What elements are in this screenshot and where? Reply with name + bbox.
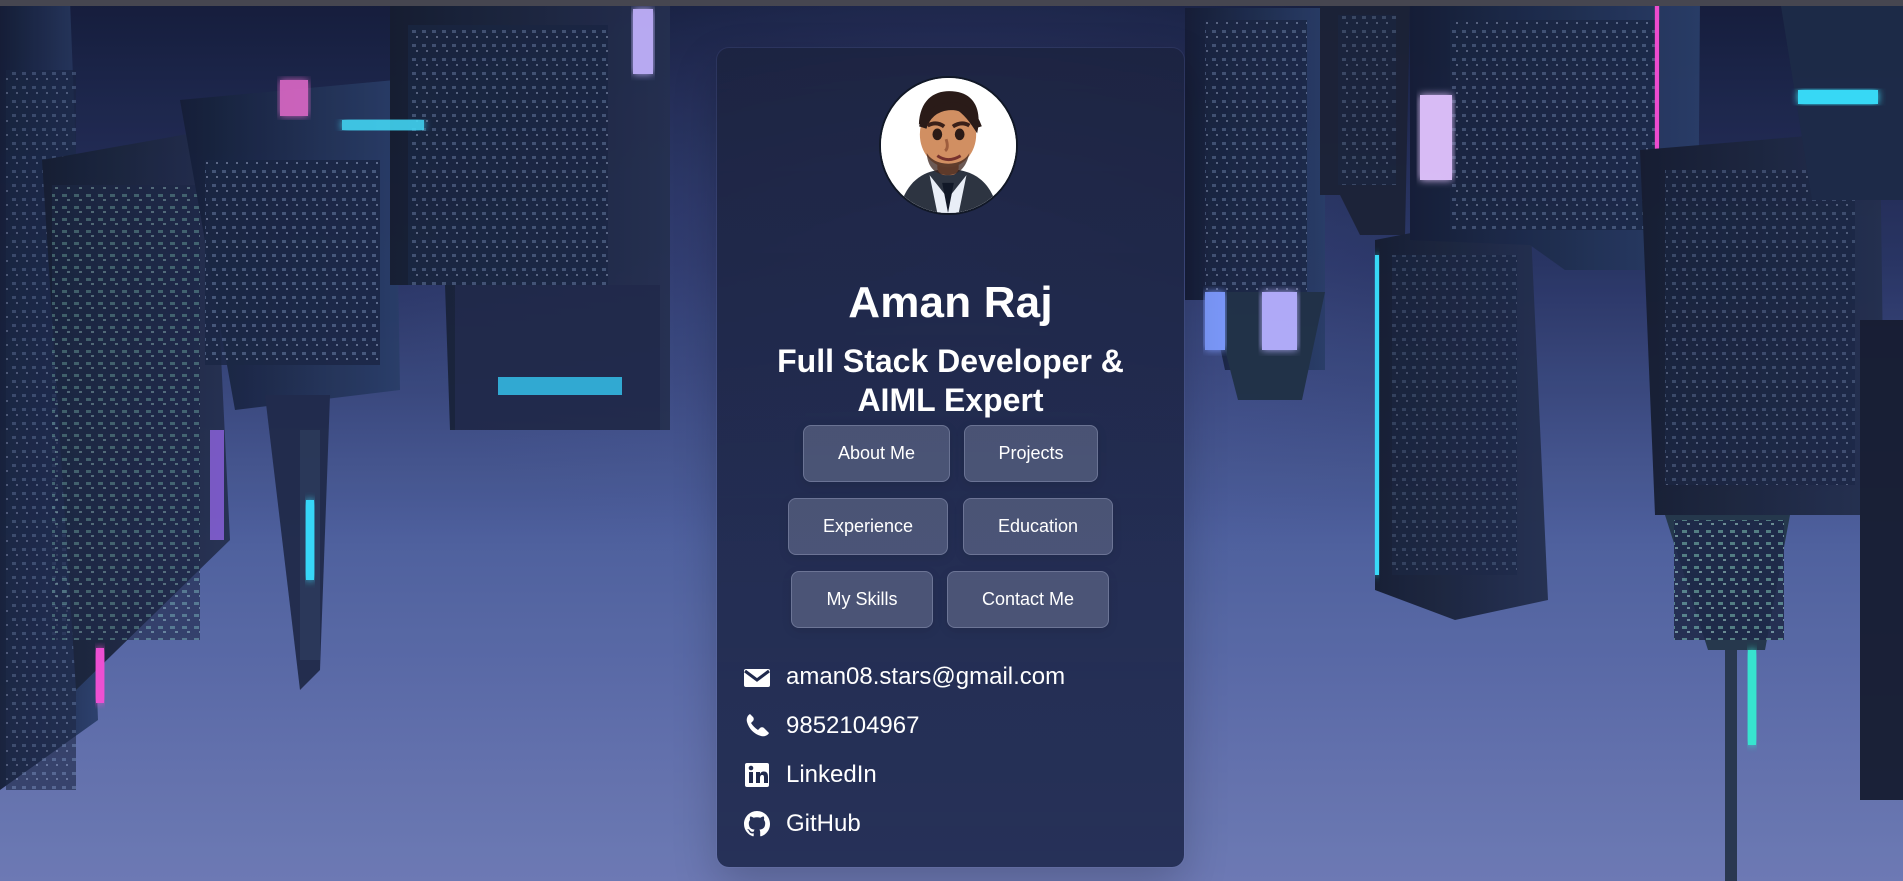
linkedin-text: LinkedIn xyxy=(786,761,877,788)
mail-icon xyxy=(744,669,770,687)
github-icon xyxy=(744,811,770,837)
phone-link[interactable]: 9852104967 xyxy=(742,710,919,742)
profile-avatar xyxy=(879,76,1018,215)
github-link[interactable]: GitHub xyxy=(742,808,861,840)
browser-top-strip xyxy=(0,0,1903,6)
profile-name: Aman Raj xyxy=(848,278,1053,328)
education-button[interactable]: Education xyxy=(963,498,1113,555)
phone-text: 9852104967 xyxy=(786,712,920,739)
profile-role: Full Stack Developer & AIML Expert xyxy=(777,342,1124,418)
linkedin-icon xyxy=(745,763,769,787)
contact-me-button[interactable]: Contact Me xyxy=(947,571,1109,628)
github-text: GitHub xyxy=(786,810,861,837)
email-link[interactable]: aman08.stars@gmail.com xyxy=(742,661,1065,693)
projects-button[interactable]: Projects xyxy=(964,425,1098,482)
about-me-button[interactable]: About Me xyxy=(803,425,950,482)
avatar-person-icon xyxy=(881,78,1016,213)
experience-button[interactable]: Experience xyxy=(788,498,948,555)
linkedin-link[interactable]: LinkedIn xyxy=(742,759,877,791)
my-skills-button[interactable]: My Skills xyxy=(791,571,933,628)
profile-card: Aman Raj Full Stack Developer & AIML Exp… xyxy=(717,48,1184,867)
phone-icon xyxy=(746,714,769,737)
portfolio-page: Aman Raj Full Stack Developer & AIML Exp… xyxy=(0,0,1903,881)
email-text: aman08.stars@gmail.com xyxy=(786,663,1066,690)
